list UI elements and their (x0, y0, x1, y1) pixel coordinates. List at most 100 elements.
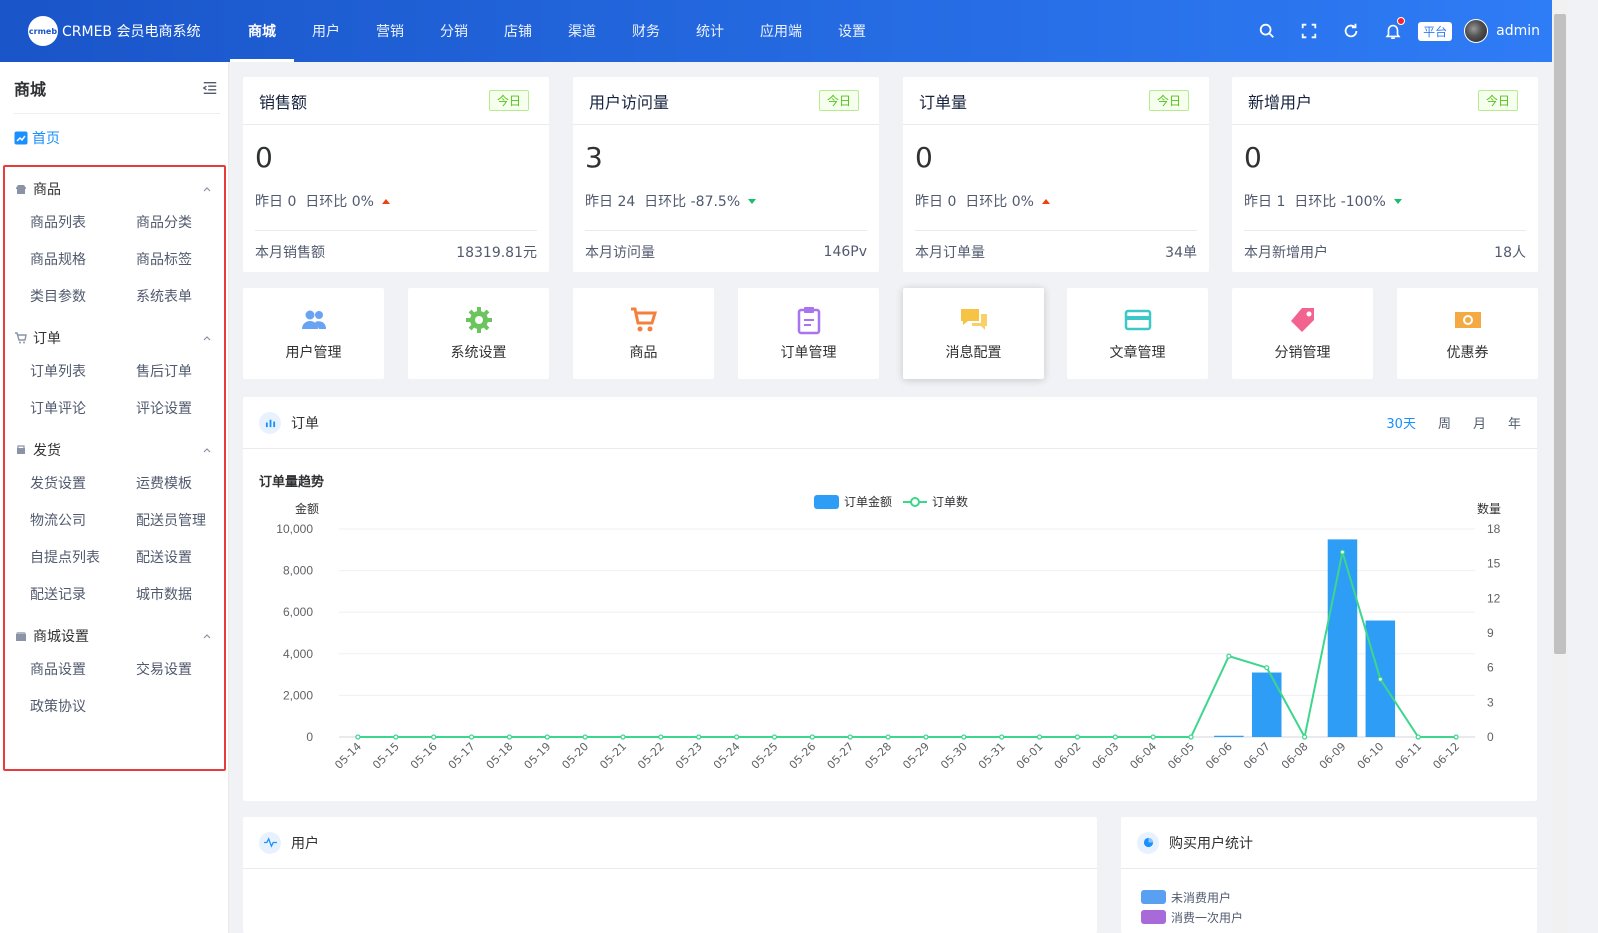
sidebar-menu-item[interactable]: 评论设置 (136, 391, 242, 428)
line-point[interactable] (506, 734, 512, 740)
period-tab[interactable]: 30天 (1386, 413, 1416, 432)
quick-nav-card[interactable]: 分销管理 (1232, 288, 1373, 379)
line-point[interactable] (1150, 734, 1156, 740)
period-tab[interactable]: 月 (1473, 413, 1486, 432)
line-point[interactable] (658, 734, 664, 740)
scrollbar-thumb[interactable] (1554, 14, 1566, 654)
collapse-menu-icon[interactable] (202, 79, 220, 97)
sidebar-menu-item[interactable]: 发货设置 (30, 466, 136, 503)
line-point[interactable] (393, 734, 399, 740)
line-point[interactable] (1188, 734, 1194, 740)
line-point[interactable] (734, 734, 740, 740)
quick-nav-card[interactable]: 系统设置 (408, 288, 549, 379)
sidebar-menu-item[interactable]: 配送记录 (30, 577, 136, 614)
line-point[interactable] (696, 734, 702, 740)
line-point[interactable] (1264, 665, 1270, 671)
line-point[interactable] (999, 734, 1005, 740)
line-point[interactable] (847, 734, 853, 740)
line-point[interactable] (961, 734, 967, 740)
sidebar-group-header[interactable]: 商城设置 (5, 620, 224, 652)
sidebar-menu-item[interactable]: 商品标签 (136, 242, 242, 279)
sidebar-menu-item[interactable]: 城市数据 (136, 577, 242, 614)
line-point[interactable] (809, 734, 815, 740)
quick-nav-card[interactable]: 消息配置 (903, 288, 1044, 379)
sidebar-menu-item[interactable]: 商品设置 (30, 652, 136, 689)
line-point[interactable] (468, 734, 475, 740)
line-point[interactable] (771, 734, 778, 740)
sidebar-menu-item[interactable]: 自提点列表 (30, 540, 136, 577)
platform-badge[interactable]: 平台 (1418, 21, 1453, 41)
chevron-up-icon[interactable] (202, 333, 212, 343)
chevron-up-icon[interactable] (202, 445, 212, 455)
sidebar-menu-item[interactable]: 订单列表 (30, 354, 136, 391)
sidebar-menu-item[interactable]: 政策协议 (30, 689, 136, 726)
sidebar-menu-item[interactable]: 类目参数 (30, 279, 136, 316)
bar[interactable] (1251, 672, 1282, 737)
top-nav-item[interactable]: 统计 (678, 0, 742, 62)
line-point[interactable] (1453, 734, 1459, 740)
sidebar-menu-item[interactable]: 物流公司 (30, 503, 136, 540)
line-point[interactable] (544, 734, 550, 740)
legend-swatch-bar[interactable] (814, 495, 839, 509)
refresh-icon[interactable] (1341, 21, 1361, 41)
line-point[interactable] (923, 734, 929, 740)
line-point[interactable] (1339, 549, 1346, 555)
line-point[interactable] (582, 734, 588, 740)
period-tab[interactable]: 年 (1508, 413, 1521, 432)
line-point[interactable] (1074, 734, 1081, 740)
avatar[interactable] (1464, 19, 1489, 43)
bar[interactable] (1214, 735, 1244, 737)
sidebar-menu-item[interactable]: 商品分类 (136, 205, 242, 242)
quick-nav-card[interactable]: 商品 (573, 288, 714, 379)
quick-nav-card[interactable]: 优惠券 (1397, 288, 1538, 379)
user-name[interactable]: admin (1496, 23, 1540, 39)
sidebar-menu-item[interactable]: 交易设置 (136, 652, 242, 689)
line-point[interactable] (1112, 734, 1118, 740)
bar[interactable] (1327, 539, 1358, 737)
chevron-up-icon[interactable] (202, 631, 212, 641)
top-nav-item[interactable]: 应用端 (742, 0, 820, 62)
line-point[interactable] (1415, 734, 1421, 740)
line-point[interactable] (355, 734, 361, 740)
quick-nav-card[interactable]: 订单管理 (738, 288, 879, 379)
top-nav-item[interactable]: 店铺 (486, 0, 550, 62)
top-nav-item[interactable]: 用户 (294, 0, 358, 62)
sidebar-menu-item[interactable]: 售后订单 (136, 354, 242, 391)
top-nav-item[interactable]: 设置 (820, 0, 884, 62)
top-nav-item[interactable]: 财务 (614, 0, 678, 62)
sidebar-menu-item[interactable]: 系统表单 (136, 279, 242, 316)
line-point[interactable] (431, 734, 437, 740)
line-point[interactable] (885, 734, 891, 740)
fullscreen-icon[interactable] (1299, 21, 1319, 41)
line-point[interactable] (1301, 734, 1308, 740)
period-tab[interactable]: 周 (1438, 413, 1451, 432)
top-nav-item[interactable]: 渠道 (550, 0, 614, 62)
top-nav-item[interactable]: 商城 (230, 0, 294, 62)
sidebar-menu-item[interactable]: 运费模板 (136, 466, 242, 503)
search-icon[interactable] (1257, 21, 1277, 41)
line-point[interactable] (1226, 653, 1232, 659)
bar-chart-icon (259, 411, 281, 434)
top-nav-item[interactable]: 分销 (422, 0, 486, 62)
brand-logo[interactable]: crmeb CRMEB 会员电商系统 (0, 16, 230, 46)
quick-nav-card[interactable]: 用户管理 (243, 288, 384, 379)
sidebar-group-header[interactable]: 商品 (5, 173, 224, 205)
bell-icon[interactable] (1383, 17, 1406, 41)
sidebar-menu-item[interactable]: 配送设置 (136, 540, 242, 577)
sidebar-menu-item[interactable]: 配送员管理 (136, 503, 242, 540)
line-point[interactable] (620, 734, 626, 740)
top-nav-item[interactable]: 营销 (358, 0, 422, 62)
sidebar-group-header[interactable]: 订单 (5, 322, 224, 354)
sidebar-item-home[interactable]: 首页 (0, 114, 228, 162)
chevron-up-icon[interactable] (202, 184, 212, 194)
line-point[interactable] (1036, 734, 1043, 740)
legend-swatch-marker[interactable] (910, 497, 920, 507)
sidebar-menu-item[interactable]: 订单评论 (30, 391, 136, 428)
sidebar-menu-item[interactable]: 商品规格 (30, 242, 136, 279)
line-point[interactable] (1377, 676, 1383, 682)
legend-label[interactable]: 订单金额 (844, 494, 892, 509)
sidebar-group-header[interactable]: 发货 (5, 434, 224, 466)
quick-nav-card[interactable]: 文章管理 (1067, 288, 1208, 379)
sidebar-menu-item[interactable]: 商品列表 (30, 205, 136, 242)
legend-label[interactable]: 订单数 (932, 494, 968, 509)
